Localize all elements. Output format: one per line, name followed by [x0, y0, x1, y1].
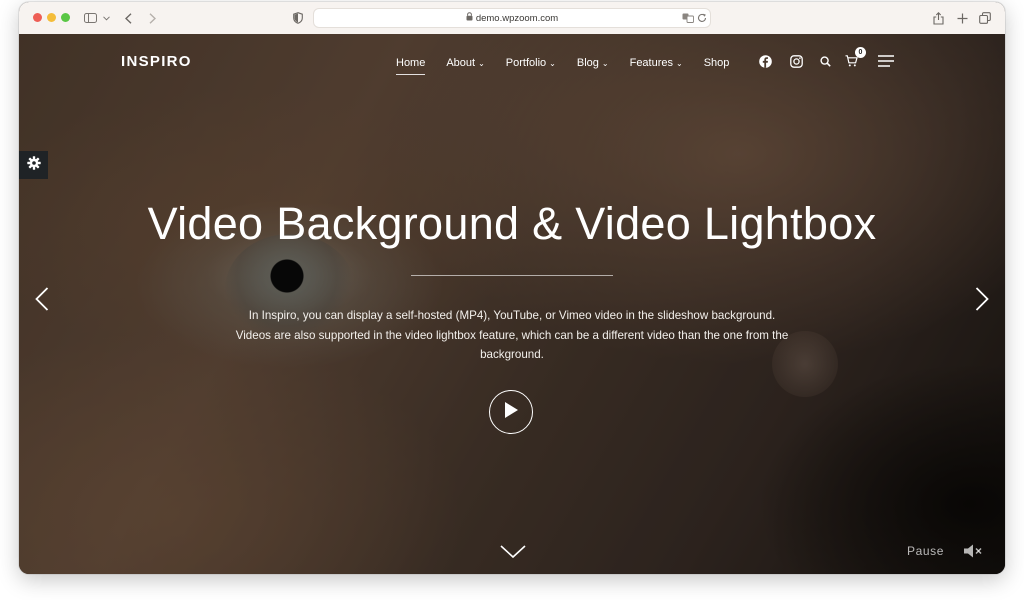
nav-item-label: About — [446, 57, 476, 69]
chevron-left-icon[interactable] — [121, 9, 135, 27]
play-icon — [503, 401, 519, 424]
chevron-left-icon — [35, 286, 49, 316]
browser-window: demo.wpzoom.com INSPIRO Home About ⌄ Portfo… — [19, 2, 1005, 574]
video-lightbox-play-button[interactable] — [489, 390, 533, 434]
gear-icon — [26, 155, 41, 175]
nav-item-about[interactable]: About ⌄ — [446, 57, 484, 69]
chevron-down-icon: ⌄ — [601, 59, 609, 68]
facebook-icon[interactable] — [756, 52, 774, 70]
hero-divider — [411, 275, 613, 276]
new-tab-icon[interactable] — [955, 9, 969, 27]
hero-description-line: background. — [480, 348, 544, 361]
cart-icon[interactable]: 0 — [842, 47, 866, 70]
address-url: demo.wpzoom.com — [314, 9, 710, 28]
address-bar[interactable]: demo.wpzoom.com — [313, 8, 711, 28]
zoom-window-button[interactable] — [61, 13, 70, 22]
nav-item-label: Features — [629, 57, 674, 69]
browser-toolbar: demo.wpzoom.com — [19, 2, 1005, 35]
translate-icon[interactable] — [681, 9, 695, 27]
hero-title: Video Background & Video Lightbox — [147, 198, 877, 249]
chevron-right-icon[interactable] — [145, 9, 159, 27]
close-window-button[interactable] — [33, 13, 42, 22]
nav-item-label: Shop — [703, 57, 730, 69]
main-navigation: Home About ⌄ Portfolio ⌄ Blog ⌄ Features ⌄ Shop — [396, 56, 750, 75]
chevron-down-icon[interactable] — [101, 9, 111, 27]
previous-slide-button[interactable] — [31, 286, 53, 316]
speaker-muted-icon — [963, 544, 983, 563]
nav-item-label: Home — [396, 57, 426, 69]
tabs-overview-icon[interactable] — [978, 9, 992, 27]
sidebar-icon[interactable] — [82, 9, 98, 27]
reload-icon[interactable] — [695, 9, 709, 27]
nav-item-label: Blog — [576, 57, 599, 69]
shield-icon[interactable] — [291, 9, 305, 27]
scroll-down-button[interactable] — [500, 544, 526, 560]
hero-description-line: In Inspiro, you can display a self-hoste… — [248, 309, 776, 322]
nav-item-home[interactable]: Home — [396, 57, 426, 75]
hamburger-menu-icon[interactable] — [877, 52, 895, 70]
search-icon[interactable] — [816, 52, 834, 70]
video-pause-button[interactable]: Pause — [907, 544, 944, 558]
chevron-down-icon — [500, 545, 526, 564]
chevron-down-icon: ⌄ — [549, 59, 556, 68]
instagram-icon[interactable] — [787, 52, 805, 70]
chevron-down-icon: ⌄ — [478, 59, 485, 68]
nav-item-label: Portfolio — [505, 57, 547, 69]
hero-video-background: INSPIRO Home About ⌄ Portfolio ⌄ Blog ⌄ Feature… — [19, 34, 1005, 574]
next-slide-button[interactable] — [971, 286, 993, 316]
hero-description-line: Videos are also supported in the video l… — [235, 328, 789, 342]
nav-item-portfolio[interactable]: Portfolio ⌄ — [506, 57, 556, 69]
nav-item-blog[interactable]: Blog ⌄ — [577, 57, 609, 69]
share-icon[interactable] — [931, 9, 945, 27]
nav-item-shop[interactable]: Shop — [704, 57, 730, 69]
minimize-window-button[interactable] — [47, 13, 56, 22]
style-settings-button[interactable] — [19, 151, 48, 179]
address-url-text: demo.wpzoom.com — [475, 13, 559, 25]
site-logo[interactable]: INSPIRO — [121, 53, 192, 70]
chevron-right-icon — [975, 286, 989, 316]
nav-item-features[interactable]: Features ⌄ — [630, 57, 683, 69]
video-mute-button[interactable] — [963, 543, 983, 559]
hero-overlay — [19, 34, 1005, 574]
chevron-down-icon: ⌄ — [676, 59, 683, 68]
cart-count-badge: 0 — [855, 47, 866, 58]
hero-description: In Inspiro, you can display a self-hoste… — [202, 306, 822, 365]
lock-icon — [466, 9, 473, 28]
